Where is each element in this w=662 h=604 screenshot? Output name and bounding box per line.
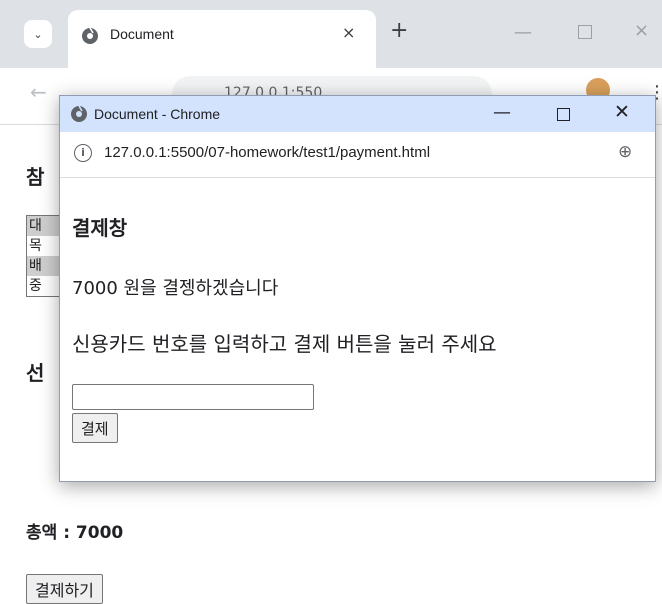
instruction-text: 신용카드 번호를 입력하고 결제 버튼을 눌러 주세요 (72, 332, 497, 356)
popup-maximize-icon[interactable] (557, 108, 570, 121)
popup-body: 결제창 7000 원을 결젱하겠습니다 신용카드 번호를 입력하고 결제 버튼을… (60, 178, 655, 481)
total-amount: 총액 : 7000 (26, 523, 124, 543)
payment-popup-window: Document - Chrome — ✕ i 127.0.0.1:5500/0… (59, 95, 656, 482)
amount-text: 7000 원을 결젱하겠습니다 (72, 278, 279, 299)
popup-url: 127.0.0.1:5500/07-homework/test1/payment… (104, 144, 431, 161)
browser-tab[interactable]: Document × (68, 10, 376, 68)
selection-heading: 선 (26, 361, 45, 385)
popup-titlebar[interactable]: Document - Chrome — ✕ (60, 96, 655, 132)
card-number-input[interactable] (72, 384, 314, 410)
page-heading: 참 (26, 165, 45, 189)
minimize-icon[interactable]: — (514, 22, 532, 43)
tab-close-icon[interactable]: × (342, 23, 355, 42)
pay-button[interactable]: 결제하기 (26, 574, 103, 604)
tab-title: Document (110, 26, 174, 42)
popup-close-icon[interactable]: ✕ (614, 101, 630, 123)
chevron-down-icon: ⌄ (33, 27, 43, 41)
close-window-icon[interactable]: × (634, 20, 649, 41)
info-icon[interactable]: i (74, 144, 92, 162)
globe-icon (71, 105, 87, 122)
popup-address-bar: i 127.0.0.1:5500/07-homework/test1/payme… (60, 132, 655, 178)
back-arrow-icon[interactable]: ← (30, 80, 47, 104)
popup-title: Document - Chrome (94, 106, 221, 122)
zoom-icon[interactable]: ⊕ (618, 142, 632, 162)
browser-tabstrip: ⌄ Document × + — × (0, 0, 662, 68)
globe-icon (82, 27, 98, 44)
confirm-payment-button[interactable]: 결제 (72, 413, 118, 443)
new-tab-button[interactable]: + (390, 20, 408, 42)
popup-heading: 결제창 (72, 216, 128, 240)
maximize-icon[interactable] (578, 25, 592, 39)
tab-search-button[interactable]: ⌄ (24, 20, 52, 48)
popup-minimize-icon[interactable]: — (493, 102, 511, 123)
